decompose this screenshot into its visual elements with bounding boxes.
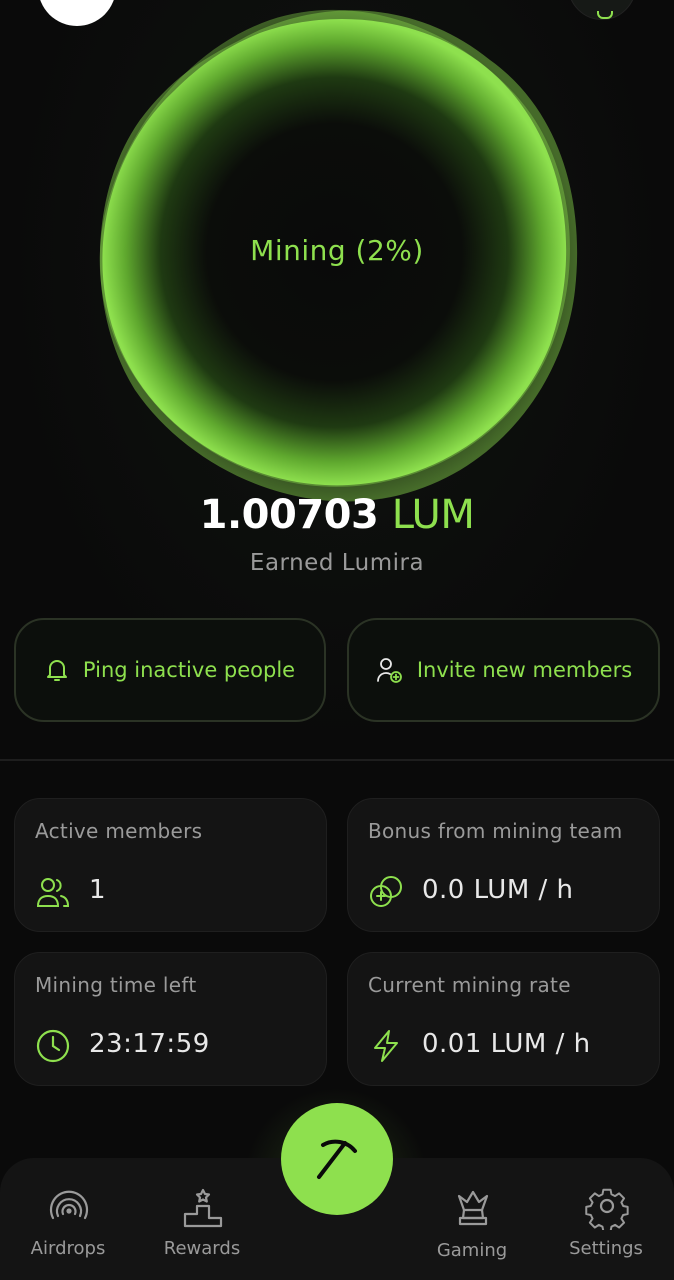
active-members-card: Active members 1	[14, 798, 327, 932]
bonus-value: 0.0 LUM / h	[422, 875, 574, 905]
lightning-icon	[374, 1030, 398, 1062]
balance-unit: LUM	[391, 492, 475, 538]
podium-icon	[183, 1188, 223, 1228]
nav-gaming[interactable]: Gaming	[412, 1158, 532, 1280]
invite-members-button[interactable]: Invite new members	[347, 618, 660, 722]
bonus-title: Bonus from mining team	[368, 819, 623, 843]
indicator-icon	[597, 11, 613, 19]
nav-settings[interactable]: Settings	[546, 1158, 666, 1280]
bell-icon	[46, 660, 67, 681]
divider	[0, 759, 674, 761]
nav-airdrops[interactable]: Airdrops	[8, 1158, 128, 1280]
nav-gaming-label: Gaming	[436, 1240, 508, 1261]
balance-amount: 1.00703 LUM	[0, 492, 674, 538]
mining-rate-title: Current mining rate	[368, 973, 571, 997]
balance-caption: Earned Lumira	[249, 550, 425, 576]
bonus-card: Bonus from mining team 0.0 LUM / h	[347, 798, 660, 932]
airdrops-icon	[49, 1190, 89, 1220]
clock-icon	[36, 1029, 70, 1063]
ping-inactive-button[interactable]: Ping inactive people	[14, 618, 326, 722]
ping-inactive-label: Ping inactive people	[82, 658, 296, 682]
active-members-value: 1	[89, 875, 107, 905]
users-icon	[36, 878, 70, 907]
coins-icon	[370, 876, 402, 907]
active-members-title: Active members	[35, 819, 203, 843]
time-left-title: Mining time left	[35, 973, 197, 997]
invite-members-label: Invite new members	[416, 658, 633, 682]
time-left-value: 23:17:59	[89, 1029, 210, 1059]
mine-button[interactable]	[281, 1103, 393, 1215]
pickaxe-icon	[317, 1139, 357, 1179]
nav-settings-label: Settings	[569, 1238, 643, 1259]
chess-queen-icon	[457, 1190, 489, 1226]
nav-rewards[interactable]: Rewards	[142, 1158, 262, 1280]
nav-rewards-label: Rewards	[163, 1238, 241, 1259]
mining-rate-card: Current mining rate 0.01 LUM / h	[347, 952, 660, 1086]
mining-status: Mining (2%)	[250, 234, 424, 267]
gear-icon	[585, 1188, 629, 1230]
time-left-card: Mining time left 23:17:59	[14, 952, 327, 1086]
balance-value: 1.00703	[199, 492, 379, 538]
mining-rate-value: 0.01 LUM / h	[422, 1029, 591, 1059]
add-user-icon	[376, 658, 402, 683]
nav-airdrops-label: Airdrops	[30, 1238, 106, 1259]
